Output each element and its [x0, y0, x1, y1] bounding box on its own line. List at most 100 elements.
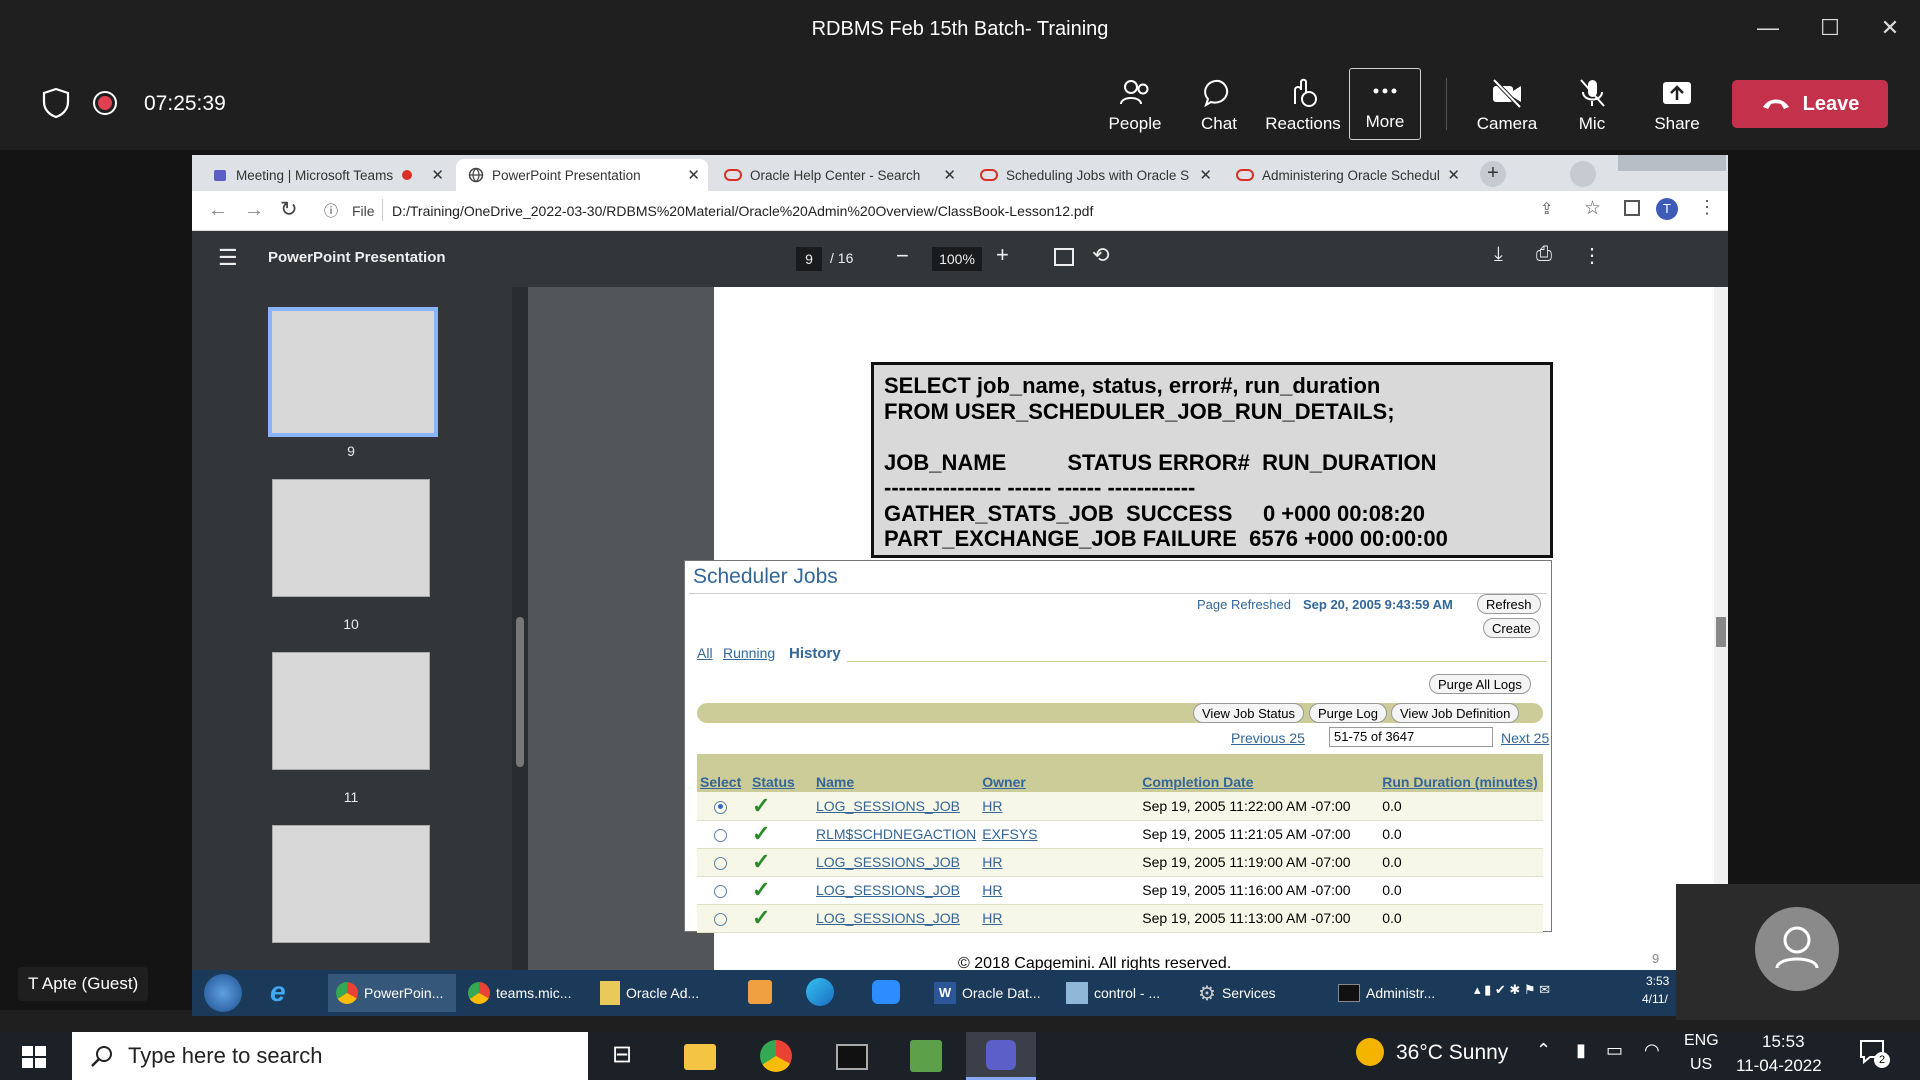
fit-page-icon[interactable]: [1054, 248, 1074, 266]
select-radio-cell[interactable]: [697, 820, 749, 849]
select-radio[interactable]: [714, 912, 727, 926]
viewer-scrollbar[interactable]: [1714, 287, 1728, 975]
select-radio[interactable]: [714, 856, 727, 870]
language-line1[interactable]: ENG: [1684, 1032, 1719, 1050]
create-button[interactable]: Create: [1483, 618, 1541, 638]
forward-icon[interactable]: →: [244, 199, 264, 222]
leave-button[interactable]: Leave: [1732, 80, 1888, 128]
owner-link[interactable]: HR: [979, 848, 1140, 877]
remote-task-word[interactable]: W Oracle Dat...: [926, 974, 1054, 1012]
thumbnail-page-11[interactable]: [272, 652, 430, 770]
sidebar-scrollbar[interactable]: [512, 287, 528, 975]
print-icon[interactable]: ⎙: [1536, 243, 1552, 266]
url-input[interactable]: D:/Training/OneDrive_2022-03-30/RDBMS%20…: [392, 203, 1093, 219]
weather-label[interactable]: 36°C Sunny: [1396, 1041, 1508, 1065]
maximize-button[interactable]: ☐: [1810, 10, 1850, 46]
select-radio-cell[interactable]: [697, 904, 749, 933]
remote-task-oracle-ad[interactable]: Oracle Ad...: [592, 974, 720, 1012]
tab-running[interactable]: Running: [723, 645, 775, 661]
col-name[interactable]: Name: [813, 754, 980, 792]
col-owner[interactable]: Owner: [979, 754, 1140, 792]
mic-tray-icon[interactable]: ▮: [1576, 1040, 1586, 1061]
scrollbar-thumb[interactable]: [516, 617, 524, 767]
notifications-button[interactable]: 2: [1858, 1038, 1890, 1068]
tab-administering[interactable]: Administering Oracle Schedul ✕: [1224, 159, 1468, 191]
page-number-input[interactable]: 9: [796, 247, 822, 271]
remote-task-control[interactable]: control - ...: [1058, 974, 1186, 1012]
next-link[interactable]: Next 25: [1501, 730, 1549, 746]
tab-oracle-help[interactable]: Oracle Help Center - Search ✕: [712, 159, 964, 191]
select-radio[interactable]: [714, 884, 727, 898]
reactions-button[interactable]: Reactions: [1262, 70, 1344, 142]
job-name-link[interactable]: LOG_SESSIONS_JOB: [813, 792, 980, 821]
more-button[interactable]: More: [1349, 68, 1421, 140]
profile-avatar[interactable]: T: [1656, 198, 1678, 220]
col-status[interactable]: Status: [749, 754, 813, 792]
browser-window-controls[interactable]: [1618, 155, 1726, 171]
close-tab-icon[interactable]: ✕: [431, 166, 444, 184]
minimize-button[interactable]: —: [1748, 10, 1788, 46]
view-job-status-button[interactable]: View Job Status: [1193, 703, 1304, 723]
zoom-icon[interactable]: [872, 980, 900, 1004]
tab-scheduling-jobs[interactable]: Scheduling Jobs with Oracle S ✕: [968, 159, 1220, 191]
tab-powerpoint[interactable]: PowerPoint Presentation ✕: [456, 159, 708, 191]
tray-icons[interactable]: ▴ ▮ ✔ ✱ ⚑ ✉: [1474, 982, 1550, 998]
select-radio-cell[interactable]: [697, 876, 749, 905]
reload-icon[interactable]: ↻: [280, 197, 298, 222]
zoom-input[interactable]: 100%: [932, 247, 982, 271]
windows-start-orb-icon[interactable]: [204, 974, 242, 1012]
browser-menu-icon[interactable]: ⋮: [1698, 197, 1716, 218]
tab-teams[interactable]: Meeting | Microsoft Teams ✕: [200, 159, 452, 191]
chrome-icon[interactable]: [760, 1040, 792, 1072]
mic-button[interactable]: Mic: [1551, 70, 1633, 142]
self-video-tile[interactable]: [1676, 884, 1920, 1020]
rotate-icon[interactable]: ⟲: [1092, 243, 1110, 268]
job-name-link[interactable]: LOG_SESSIONS_JOB: [813, 904, 980, 933]
select-radio-cell[interactable]: [697, 792, 749, 821]
job-name-link[interactable]: LOG_SESSIONS_JOB: [813, 848, 980, 877]
internet-explorer-icon[interactable]: e: [270, 976, 286, 1008]
camera-button[interactable]: Camera: [1466, 70, 1548, 142]
owner-link[interactable]: HR: [979, 792, 1140, 821]
thumbnail-page-12[interactable]: [272, 825, 430, 943]
scrollbar-thumb[interactable]: [1716, 617, 1726, 647]
select-radio[interactable]: [714, 828, 727, 842]
taskbar-date[interactable]: 11-04-2022: [1736, 1056, 1822, 1076]
close-button[interactable]: ✕: [1870, 10, 1910, 46]
back-icon[interactable]: ←: [208, 199, 228, 222]
people-button[interactable]: People: [1094, 70, 1176, 142]
battery-icon[interactable]: ▭: [1606, 1040, 1623, 1061]
tab-all[interactable]: All: [697, 645, 713, 661]
select-radio[interactable]: [714, 800, 727, 814]
thumbnail-page-9[interactable]: [268, 307, 438, 437]
close-tab-icon[interactable]: ✕: [1199, 166, 1212, 184]
close-tab-icon[interactable]: ✕: [943, 166, 956, 184]
zoom-in-icon[interactable]: +: [996, 242, 1009, 268]
share-button[interactable]: Share: [1636, 70, 1718, 142]
terminal-icon[interactable]: [836, 1044, 868, 1070]
job-name-link[interactable]: RLM$SCHDNEGACTION: [813, 820, 980, 849]
previous-link[interactable]: Previous 25: [1231, 730, 1305, 746]
close-tab-icon[interactable]: ✕: [687, 166, 700, 184]
new-tab-button[interactable]: +: [1480, 161, 1506, 187]
zoom-out-icon[interactable]: −: [896, 243, 909, 269]
view-job-definition-button[interactable]: View Job Definition: [1391, 703, 1520, 723]
media-player-icon[interactable]: [748, 980, 772, 1004]
weather-sun-icon[interactable]: [1356, 1038, 1384, 1066]
remote-task-powerpoint[interactable]: PowerPoin...: [328, 974, 456, 1012]
thumbnail-page-10[interactable]: [272, 479, 430, 597]
edge-icon[interactable]: [806, 978, 834, 1006]
close-tab-icon[interactable]: ✕: [1447, 166, 1460, 184]
language-line2[interactable]: US: [1690, 1056, 1712, 1074]
owner-link[interactable]: HR: [979, 904, 1140, 933]
purge-log-button[interactable]: Purge Log: [1309, 703, 1387, 723]
col-completion-date[interactable]: Completion Date: [1139, 754, 1380, 792]
remote-task-teams[interactable]: teams.mic...: [460, 974, 588, 1012]
wifi-icon[interactable]: ◠: [1644, 1040, 1660, 1061]
select-radio-cell[interactable]: [697, 848, 749, 877]
teams-taskbar-button[interactable]: [966, 1032, 1036, 1080]
taskbar-time[interactable]: 15:53: [1762, 1032, 1805, 1052]
task-view-icon[interactable]: ⊟: [612, 1040, 632, 1069]
tab-search-button[interactable]: [1570, 161, 1596, 187]
remote-task-admin-cmd[interactable]: Administr...: [1330, 974, 1458, 1012]
